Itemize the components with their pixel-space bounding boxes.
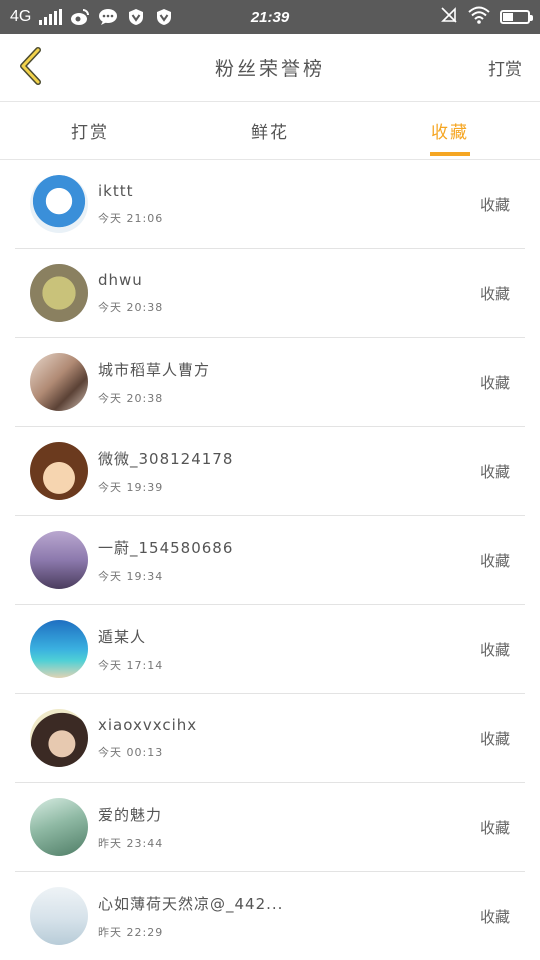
timestamp: 今天 00:13	[98, 746, 164, 759]
tab-reward[interactable]: 打赏	[0, 102, 180, 159]
timestamp: 今天 19:34	[98, 569, 164, 583]
message-bubble-icon	[98, 7, 118, 27]
avatar	[30, 531, 88, 589]
favorite-label: 收藏	[479, 462, 510, 481]
user-name: 一蔚_154580686	[98, 538, 234, 557]
favorite-label: 收藏	[479, 907, 510, 926]
list-item[interactable]: 爱的魅力昨天 23:44 收藏	[15, 783, 525, 872]
timestamp: 今天 20:38	[98, 391, 164, 405]
favorite-label: 收藏	[479, 640, 510, 659]
avatar	[30, 620, 88, 678]
user-name: 心如薄荷天然凉@_442...	[98, 894, 284, 913]
nav-bar: 粉丝荣誉榜 打赏	[0, 34, 540, 102]
battery-icon	[500, 10, 533, 24]
favorite-label: 收藏	[479, 284, 510, 303]
status-right	[440, 6, 533, 28]
timestamp: 今天 21:06	[98, 212, 164, 225]
wifi-icon	[468, 6, 490, 28]
avatar	[30, 353, 88, 411]
list-item[interactable]: xiaoxvxcihx 今天 00:13 收藏	[15, 694, 525, 783]
list-item[interactable]: 城市稻草人曹方今天 20:38 收藏	[15, 338, 525, 427]
list-item[interactable]: ikttt 今天 21:06 收藏	[15, 160, 525, 249]
user-name: 微微_308124178	[98, 449, 234, 468]
user-name: 遁某人	[98, 627, 147, 646]
no-sim-icon	[440, 6, 458, 28]
reward-button[interactable]: 打赏	[488, 55, 540, 80]
shield-v-icon	[126, 7, 146, 27]
tab-favorites[interactable]: 收藏	[360, 102, 540, 159]
user-name: 爱的魅力	[98, 805, 163, 824]
list-item[interactable]: 心如薄荷天然凉@_442... 昨天 22:29 收藏	[15, 872, 525, 960]
timestamp: 今天 17:14	[98, 658, 164, 672]
signal-icon	[39, 9, 63, 25]
tab-bar: 打赏 鲜花 收藏	[0, 102, 540, 160]
timestamp: 今天 19:39	[98, 480, 164, 494]
clock: 21:39	[250, 8, 290, 26]
favorite-label: 收藏	[479, 195, 510, 214]
avatar	[30, 798, 88, 856]
favorite-label: 收藏	[479, 818, 510, 837]
avatar	[30, 442, 88, 500]
fan-list: ikttt 今天 21:06 收藏 dhwu 今天 20:38 收藏 城市稻草人曹方…	[0, 160, 540, 960]
avatar	[30, 887, 88, 945]
avatar	[30, 175, 88, 233]
favorite-label: 收藏	[479, 729, 510, 748]
network-type: 4G	[10, 8, 32, 25]
list-item[interactable]: dhwu 今天 20:38 收藏	[15, 249, 525, 338]
page-title: 粉丝荣誉榜	[214, 58, 326, 80]
weibo-icon	[70, 7, 90, 27]
timestamp: 昨天 23:44	[98, 836, 164, 850]
timestamp: 昨天 22:29	[98, 925, 164, 939]
timestamp: 今天 20:38	[98, 301, 164, 314]
user-name: ikttt	[98, 182, 134, 200]
shield-v-icon	[154, 7, 174, 27]
favorite-label: 收藏	[479, 373, 510, 392]
user-name: 城市稻草人曹方	[98, 360, 211, 379]
list-item[interactable]: 微微_308124178 今天 19:39 收藏	[15, 427, 525, 516]
favorite-label: 收藏	[479, 551, 510, 570]
list-item[interactable]: 一蔚_154580686 今天 19:34 收藏	[15, 516, 525, 605]
status-bar: 4G 21:39	[0, 0, 540, 34]
avatar	[30, 709, 88, 767]
user-name: xiaoxvxcihx	[98, 716, 198, 734]
tab-flowers[interactable]: 鲜花	[180, 102, 360, 159]
chevron-left-icon	[17, 46, 43, 90]
list-item[interactable]: 遁某人今天 17:14 收藏	[15, 605, 525, 694]
status-left: 4G	[10, 7, 174, 27]
user-name: dhwu	[98, 271, 143, 289]
avatar	[30, 264, 88, 322]
back-button[interactable]	[0, 34, 60, 102]
